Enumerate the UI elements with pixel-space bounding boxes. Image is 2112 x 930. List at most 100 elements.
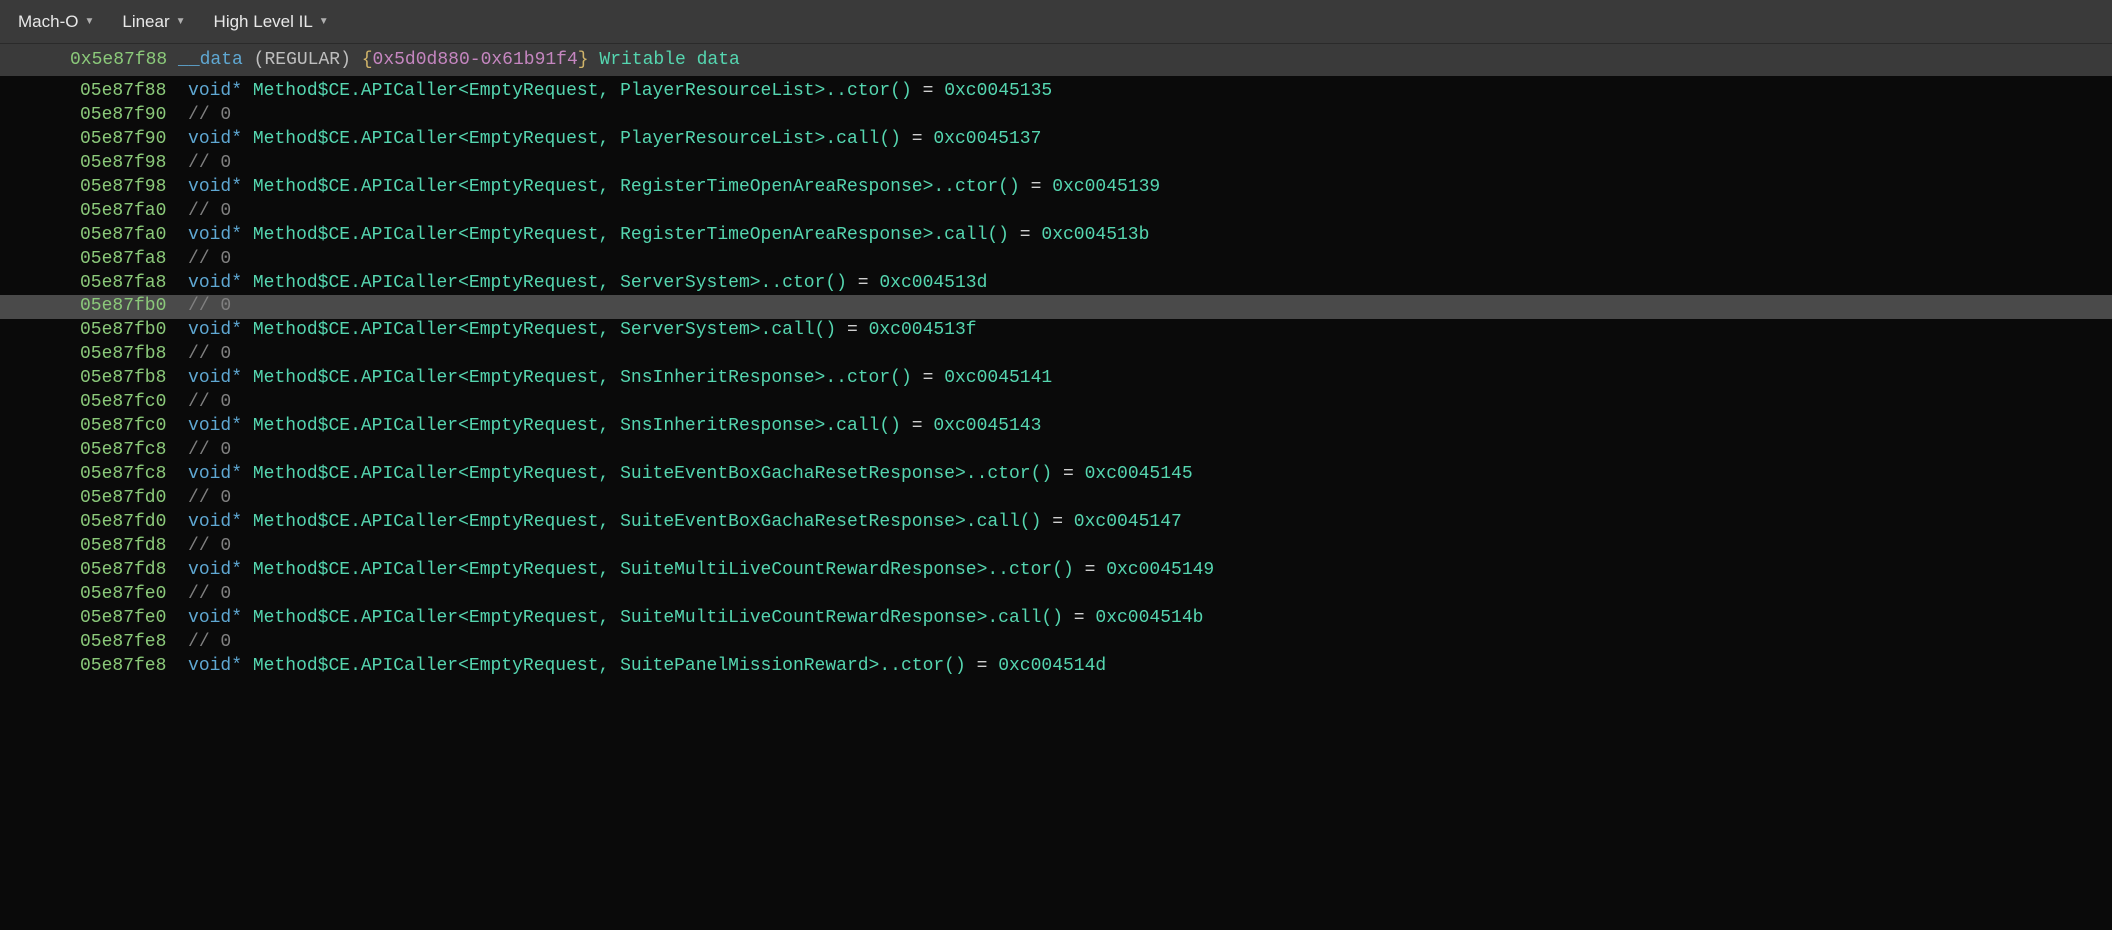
assign-op: = — [912, 81, 944, 101]
line-address: 05e87fc8 — [80, 464, 166, 484]
var-type: void* — [188, 464, 242, 484]
symbol-name[interactable]: Method$CE.APICaller<EmptyRequest, Regist… — [253, 225, 1009, 245]
assign-op: = — [1041, 512, 1073, 532]
close-brace: } — [578, 50, 589, 70]
code-line[interactable]: 05e87fe8 void* Method$CE.APICaller<Empty… — [0, 655, 2112, 679]
linear-view[interactable]: 05e87f88 void* Method$CE.APICaller<Empty… — [0, 76, 2112, 682]
range-dash: - — [470, 50, 481, 70]
symbol-name[interactable]: Method$CE.APICaller<EmptyRequest, SuiteM… — [253, 608, 1063, 628]
assign-op: = — [1063, 608, 1095, 628]
code-line[interactable]: 05e87fd8 // 0 — [0, 535, 2112, 559]
symbol-name[interactable]: Method$CE.APICaller<EmptyRequest, Server… — [253, 320, 836, 340]
pointer-value[interactable]: 0xc004513f — [869, 320, 977, 340]
line-address: 05e87fa8 — [80, 249, 166, 269]
comment-text: // 0 — [188, 201, 231, 221]
var-type: void* — [188, 608, 242, 628]
range-start: 0x5d0d880 — [373, 50, 470, 70]
assign-op: = — [847, 273, 879, 293]
chevron-down-icon: ▼ — [319, 16, 329, 27]
code-line[interactable]: 05e87fe8 // 0 — [0, 631, 2112, 655]
line-address: 05e87fe0 — [80, 584, 166, 604]
code-line[interactable]: 05e87fe0 // 0 — [0, 583, 2112, 607]
symbol-name[interactable]: Method$CE.APICaller<EmptyRequest, SuiteE… — [253, 464, 1052, 484]
code-line[interactable]: 05e87f90 void* Method$CE.APICaller<Empty… — [0, 128, 2112, 152]
assign-op: = — [966, 656, 998, 676]
code-line[interactable]: 05e87fd0 // 0 — [0, 487, 2112, 511]
code-line[interactable]: 05e87fb0 void* Method$CE.APICaller<Empty… — [0, 319, 2112, 343]
symbol-name[interactable]: Method$CE.APICaller<EmptyRequest, SuiteP… — [253, 656, 966, 676]
symbol-name[interactable]: Method$CE.APICaller<EmptyRequest, SnsInh… — [253, 416, 901, 436]
symbol-name[interactable]: Method$CE.APICaller<EmptyRequest, SuiteE… — [253, 512, 1042, 532]
line-address: 05e87f90 — [80, 129, 166, 149]
code-line[interactable]: 05e87fb8 // 0 — [0, 343, 2112, 367]
code-line[interactable]: 05e87fb0 // 0 — [0, 295, 2112, 319]
section-header[interactable]: 0x5e87f88 __data (REGULAR) {0x5d0d880-0x… — [0, 44, 2112, 76]
pointer-value[interactable]: 0xc0045135 — [944, 81, 1052, 101]
comment-text: // 0 — [188, 632, 231, 652]
assign-op: = — [901, 416, 933, 436]
comment-text: // 0 — [188, 249, 231, 269]
range-end: 0x61b91f4 — [481, 50, 578, 70]
line-address: 05e87fa0 — [80, 201, 166, 221]
code-line[interactable]: 05e87fa8 // 0 — [0, 248, 2112, 272]
var-type: void* — [188, 560, 242, 580]
view-mode-label: Linear — [122, 12, 169, 32]
symbol-name[interactable]: Method$CE.APICaller<EmptyRequest, SnsInh… — [253, 368, 912, 388]
symbol-name[interactable]: Method$CE.APICaller<EmptyRequest, Regist… — [253, 177, 1020, 197]
code-line[interactable]: 05e87fa8 void* Method$CE.APICaller<Empty… — [0, 272, 2112, 296]
pointer-value[interactable]: 0xc0045149 — [1106, 560, 1214, 580]
comment-text: // 0 — [188, 584, 231, 604]
line-address: 05e87fb0 — [80, 320, 166, 340]
code-line[interactable]: 05e87fa0 void* Method$CE.APICaller<Empty… — [0, 224, 2112, 248]
view-mode-dropdown[interactable]: Linear ▼ — [122, 12, 185, 32]
code-line[interactable]: 05e87f90 // 0 — [0, 104, 2112, 128]
comment-text: // 0 — [188, 488, 231, 508]
chevron-down-icon: ▼ — [176, 16, 186, 27]
assign-op: = — [901, 129, 933, 149]
pointer-value[interactable]: 0xc0045145 — [1085, 464, 1193, 484]
assign-op: = — [1074, 560, 1106, 580]
comment-text: // 0 — [188, 440, 231, 460]
assign-op: = — [836, 320, 868, 340]
code-line[interactable]: 05e87fc8 // 0 — [0, 439, 2112, 463]
code-line[interactable]: 05e87fc0 void* Method$CE.APICaller<Empty… — [0, 415, 2112, 439]
code-line[interactable]: 05e87fc8 void* Method$CE.APICaller<Empty… — [0, 463, 2112, 487]
binary-format-dropdown[interactable]: Mach-O ▼ — [18, 12, 94, 32]
pointer-value[interactable]: 0xc0045137 — [933, 129, 1041, 149]
var-type: void* — [188, 81, 242, 101]
code-line[interactable]: 05e87fa0 // 0 — [0, 200, 2112, 224]
code-line[interactable]: 05e87fc0 // 0 — [0, 391, 2112, 415]
line-address: 05e87fc8 — [80, 440, 166, 460]
symbol-name[interactable]: Method$CE.APICaller<EmptyRequest, Player… — [253, 81, 912, 101]
pointer-value[interactable]: 0xc0045139 — [1052, 177, 1160, 197]
symbol-name[interactable]: Method$CE.APICaller<EmptyRequest, Server… — [253, 273, 847, 293]
section-type: REGULAR — [264, 50, 340, 70]
pointer-value[interactable]: 0xc004514d — [998, 656, 1106, 676]
section-name: __data — [178, 50, 243, 70]
code-line[interactable]: 05e87f98 void* Method$CE.APICaller<Empty… — [0, 176, 2112, 200]
code-line[interactable]: 05e87f98 // 0 — [0, 152, 2112, 176]
pointer-value[interactable]: 0xc0045141 — [944, 368, 1052, 388]
pointer-value[interactable]: 0xc004513d — [879, 273, 987, 293]
il-level-dropdown[interactable]: High Level IL ▼ — [214, 12, 329, 32]
var-type: void* — [188, 320, 242, 340]
symbol-name[interactable]: Method$CE.APICaller<EmptyRequest, SuiteM… — [253, 560, 1074, 580]
line-address: 05e87fb8 — [80, 368, 166, 388]
line-address: 05e87f90 — [80, 105, 166, 125]
code-line[interactable]: 05e87fd0 void* Method$CE.APICaller<Empty… — [0, 511, 2112, 535]
pointer-value[interactable]: 0xc004513b — [1041, 225, 1149, 245]
symbol-name[interactable]: Method$CE.APICaller<EmptyRequest, Player… — [253, 129, 901, 149]
code-line[interactable]: 05e87f88 void* Method$CE.APICaller<Empty… — [0, 80, 2112, 104]
code-line[interactable]: 05e87fb8 void* Method$CE.APICaller<Empty… — [0, 367, 2112, 391]
var-type: void* — [188, 512, 242, 532]
pointer-value[interactable]: 0xc004514b — [1095, 608, 1203, 628]
open-paren: ( — [254, 50, 265, 70]
code-line[interactable]: 05e87fe0 void* Method$CE.APICaller<Empty… — [0, 607, 2112, 631]
line-address: 05e87fd8 — [80, 536, 166, 556]
comment-text: // 0 — [188, 296, 231, 316]
pointer-value[interactable]: 0xc0045143 — [933, 416, 1041, 436]
pointer-value[interactable]: 0xc0045147 — [1074, 512, 1182, 532]
line-address: 05e87fd0 — [80, 488, 166, 508]
line-address: 05e87fe0 — [80, 608, 166, 628]
code-line[interactable]: 05e87fd8 void* Method$CE.APICaller<Empty… — [0, 559, 2112, 583]
